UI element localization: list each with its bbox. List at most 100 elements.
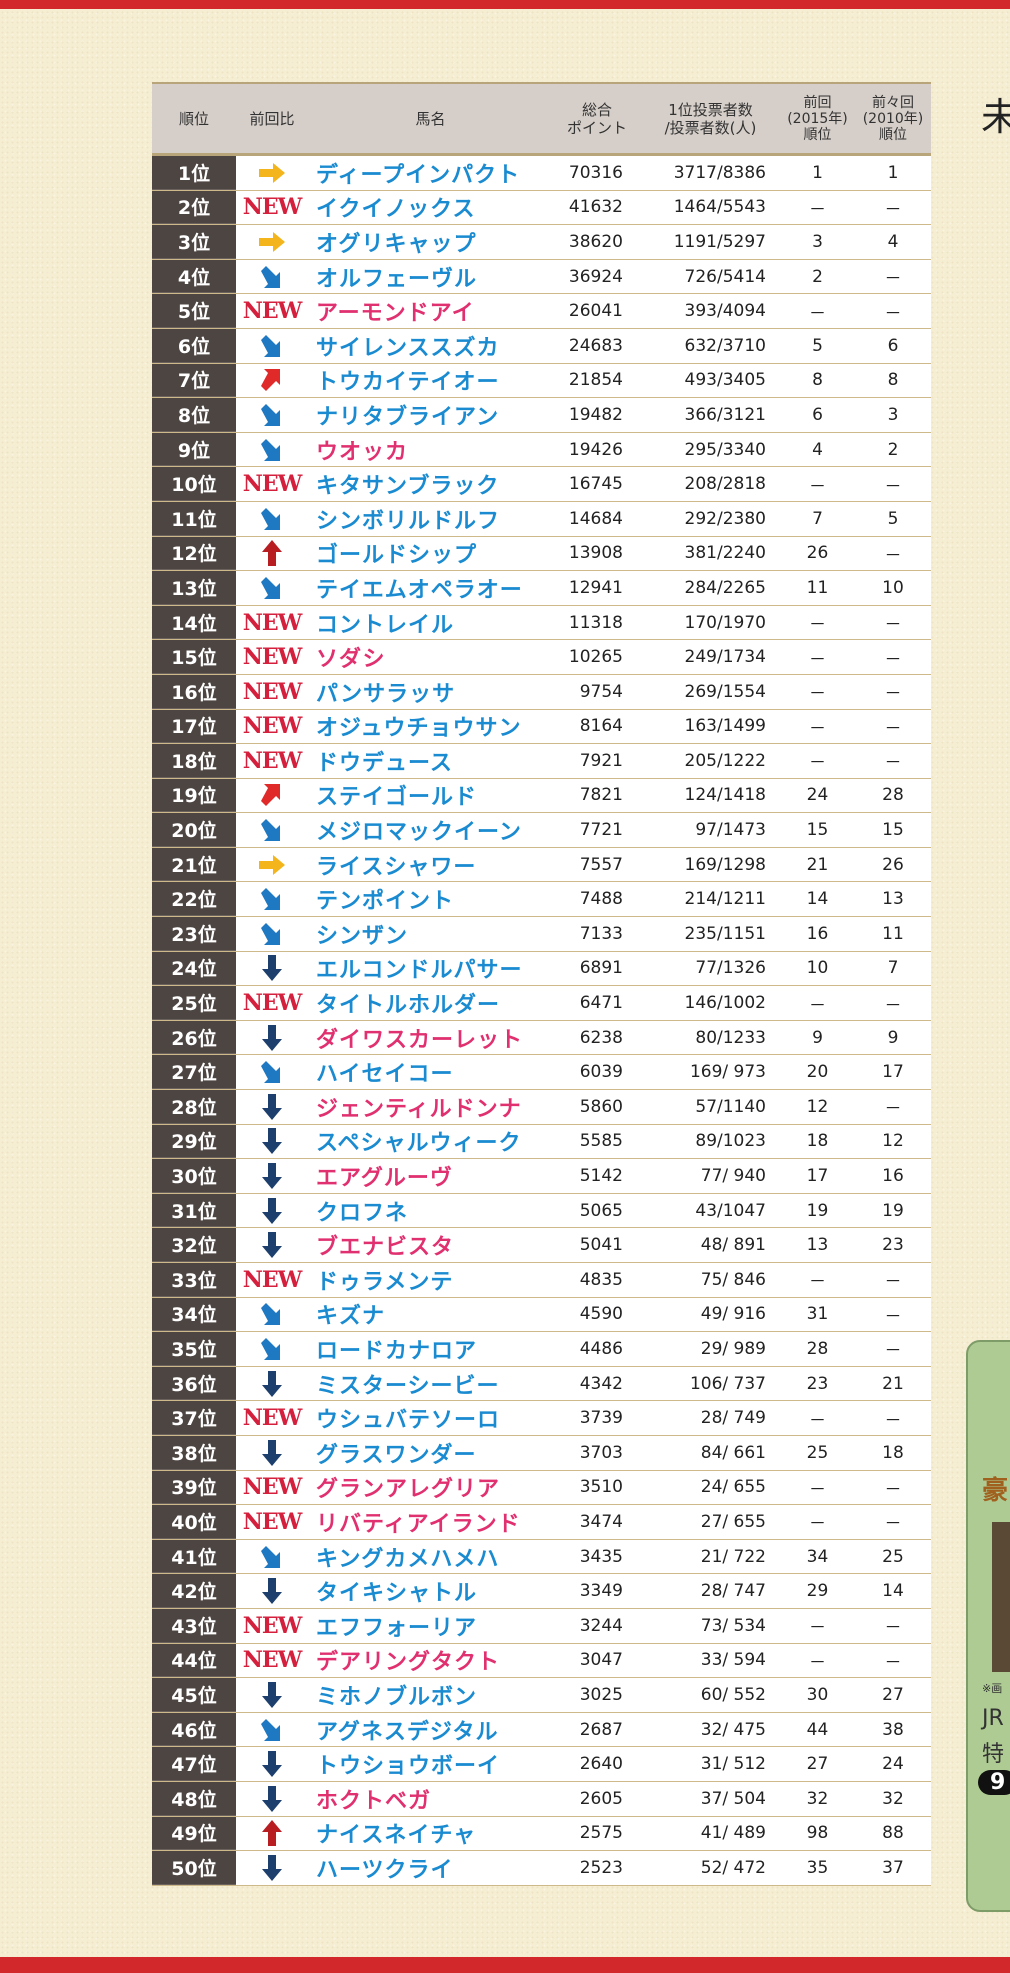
- points-cell: 5142: [579, 1166, 623, 1187]
- rank-cell: 49位: [152, 1816, 236, 1851]
- arrow-down-icon: [261, 1197, 283, 1225]
- arrow-down-right-icon: [259, 264, 285, 290]
- prev2-rank-cell: －: [884, 753, 902, 774]
- prev2-rank-cell: －: [884, 1618, 902, 1639]
- votes-cell: 73/ 534: [700, 1615, 766, 1636]
- prev2-rank-cell: －: [884, 1306, 902, 1327]
- prev2-rank-cell: －: [884, 199, 902, 220]
- prev-rank-cell: 4: [812, 439, 823, 460]
- change-cell: [236, 954, 308, 982]
- change-cell: [236, 1544, 308, 1570]
- change-cell: [236, 921, 308, 947]
- prev-rank-cell: －: [809, 649, 826, 670]
- horse-name: アーモンドアイ: [316, 301, 475, 327]
- arrow-down-icon: [261, 1785, 283, 1813]
- rank-cell: 43位: [152, 1608, 236, 1643]
- table-row: 23位 シンザン 7133 235/1151 16 11: [152, 917, 931, 952]
- table-row: 18位 NEW ドウデュース 7921 205/1222 － －: [152, 744, 931, 779]
- change-cell: [236, 1819, 308, 1847]
- table-row: 29位 スペシャルウィーク 5585 89/1023 18 12: [152, 1124, 931, 1160]
- rank-cell: 12位: [152, 536, 236, 571]
- prev2-rank-cell: －: [884, 1410, 902, 1431]
- votes-cell: 52/ 472: [700, 1857, 766, 1878]
- prev2-rank-cell: 24: [882, 1754, 904, 1775]
- horse-name: デアリングタクト: [316, 1650, 501, 1676]
- rank-cell: 32位: [152, 1228, 236, 1262]
- change-cell: [236, 1370, 308, 1398]
- table-row: 9位 ウオッカ 19426 295/3340 4 2: [152, 432, 931, 468]
- arrow-down-right-icon: [259, 333, 285, 359]
- change-cell: [236, 1681, 308, 1709]
- votes-cell: 146/1002: [684, 993, 766, 1014]
- change-cell: [236, 1059, 308, 1085]
- horse-name: キズナ: [316, 1304, 386, 1330]
- horse-name: ミスターシービー: [316, 1373, 500, 1399]
- points-cell: 14684: [568, 508, 623, 529]
- votes-cell: 269/1554: [684, 681, 766, 702]
- change-cell: NEW: [236, 713, 308, 739]
- table-row: 14位 NEW コントレイル 11318 170/1970 － －: [152, 605, 931, 641]
- prev-rank-cell: 14: [806, 889, 829, 910]
- prev-rank-cell: －: [809, 995, 826, 1016]
- votes-cell: 169/1298: [684, 854, 766, 875]
- prev-rank-cell: 10: [806, 958, 829, 979]
- rank-cell: 33位: [152, 1263, 236, 1297]
- table-body: 1位 ディープインパクト 70316 3717/8386 1 1 2位 NEW イクイノックス 4…: [152, 156, 931, 1886]
- change-cell: NEW: [236, 1474, 308, 1500]
- horse-name: サイレンススズカ: [316, 335, 500, 361]
- change-cell: [236, 575, 308, 601]
- votes-cell: 632/3710: [684, 335, 766, 356]
- rank-cell: 14位: [152, 605, 236, 640]
- change-cell: [236, 264, 308, 290]
- prev-rank-cell: 23: [806, 1373, 829, 1394]
- table-row: 32位 ブエナビスタ 5041 48/ 891 13 23: [152, 1228, 931, 1263]
- rank-cell: 17位: [152, 709, 236, 744]
- rank-cell: 26位: [152, 1020, 236, 1055]
- votes-cell: 366/3121: [684, 404, 766, 425]
- points-cell: 7133: [579, 923, 623, 944]
- change-cell: NEW: [236, 610, 308, 636]
- votes-cell: 37/ 504: [700, 1788, 766, 1809]
- points-cell: 12941: [568, 577, 623, 598]
- header-rank: 順位: [178, 109, 209, 128]
- horse-name: エフフォーリア: [316, 1615, 478, 1641]
- change-cell: [236, 782, 308, 808]
- table-row: 41位 キングカメハメハ 3435 21/ 722 34 25: [152, 1539, 931, 1575]
- horse-name: メジロマックイーン: [316, 820, 522, 846]
- change-cell: [236, 162, 308, 184]
- rank-cell: 5位: [152, 294, 236, 328]
- points-cell: 2687: [579, 1719, 623, 1740]
- arrow-right-icon: [257, 854, 287, 876]
- table-row: 12位 ゴールドシップ 13908 381/2240 26 －: [152, 536, 931, 572]
- prev-rank-cell: －: [809, 199, 826, 220]
- prev2-rank-cell: －: [884, 1652, 902, 1673]
- prev2-rank-cell: 13: [882, 889, 904, 910]
- prev2-rank-cell: 21: [882, 1373, 904, 1394]
- prev-rank-cell: 34: [806, 1546, 829, 1567]
- prev2-rank-cell: 23: [882, 1235, 904, 1256]
- prev-rank-cell: 3: [812, 231, 823, 252]
- prev2-rank-cell: －: [884, 1099, 902, 1120]
- horse-name: エアグルーヴ: [316, 1166, 453, 1192]
- change-cell: NEW: [236, 471, 308, 497]
- new-badge: NEW: [242, 1612, 303, 1639]
- prev-rank-cell: －: [809, 1618, 826, 1639]
- points-cell: 7821: [579, 785, 623, 806]
- table-row: 21位 ライスシャワー 7557 169/1298 21 26: [152, 847, 931, 883]
- change-cell: NEW: [236, 194, 308, 220]
- prev-rank-cell: 2: [812, 266, 823, 287]
- prev2-rank-cell: 9: [887, 1027, 899, 1048]
- horse-name: コントレイル: [316, 612, 455, 638]
- points-cell: 19482: [568, 404, 623, 425]
- table-row: 5位 NEW アーモンドアイ 26041 393/4094 － －: [152, 294, 931, 329]
- prev2-rank-cell: 32: [882, 1788, 904, 1809]
- votes-cell: 169/ 973: [689, 1062, 766, 1083]
- votes-cell: 292/2380: [684, 508, 766, 529]
- change-cell: [236, 506, 308, 532]
- prev2-rank-cell: －: [884, 303, 902, 324]
- prev2-rank-cell: 88: [882, 1823, 904, 1844]
- prev2-rank-cell: －: [884, 1479, 902, 1500]
- horse-name: パンサラッサ: [316, 681, 456, 707]
- horse-name: ダイワスカーレット: [316, 1027, 524, 1053]
- change-cell: NEW: [236, 1647, 308, 1673]
